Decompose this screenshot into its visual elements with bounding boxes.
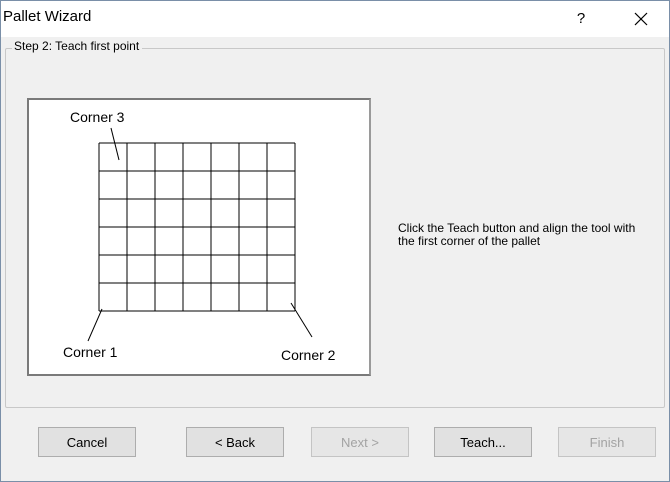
cancel-button[interactable]: Cancel — [38, 427, 136, 457]
corner3-label: Corner 3 — [70, 109, 125, 125]
help-button[interactable]: ? — [566, 7, 596, 31]
corner1-pointer — [87, 308, 103, 342]
next-button[interactable]: Next > — [311, 427, 409, 457]
title-bar[interactable]: Pallet Wizard ? — [1, 1, 669, 37]
corner2-pointer — [290, 302, 313, 338]
close-icon — [634, 12, 648, 26]
pallet-diagram: Corner 3 Corner 1 Corner 2 — [27, 98, 371, 376]
finish-button[interactable]: Finish — [558, 427, 656, 457]
pallet-grid — [98, 142, 296, 312]
window-title: Pallet Wizard — [3, 8, 92, 25]
corner3-pointer — [110, 127, 120, 161]
corner1-label: Corner 1 — [63, 344, 118, 360]
step-label: Step 2: Teach first point — [12, 39, 143, 53]
teach-button[interactable]: Teach... — [434, 427, 532, 457]
close-button[interactable] — [621, 5, 661, 33]
pallet-diagram-svg: Corner 3 Corner 1 Corner 2 — [63, 109, 336, 363]
corner2-label: Corner 2 — [281, 347, 336, 363]
back-button[interactable]: < Back — [186, 427, 284, 457]
instruction-text: Click the Teach button and align the too… — [398, 221, 636, 248]
